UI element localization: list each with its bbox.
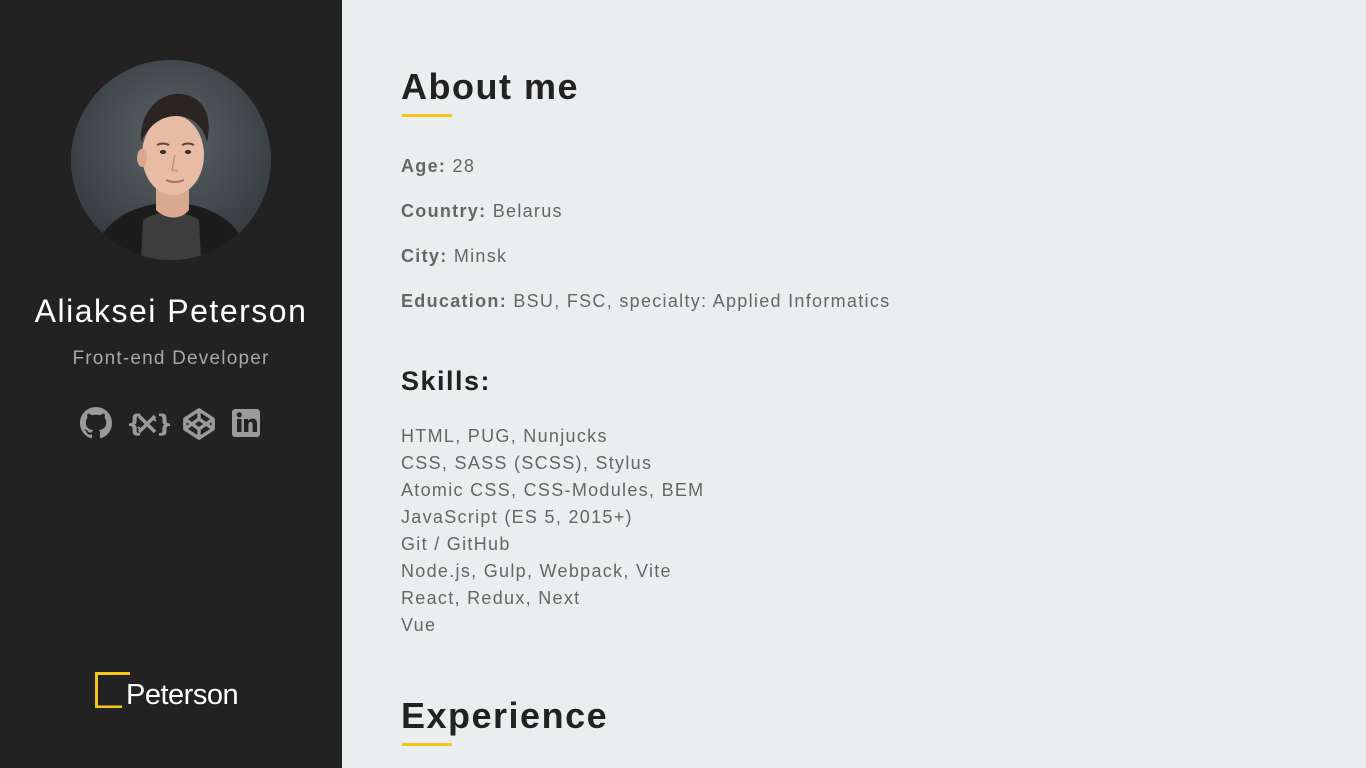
avatar	[71, 60, 271, 260]
info-value: 28	[452, 156, 476, 176]
profile-name: Aliaksei Peterson	[34, 293, 308, 329]
experience-title: Experience	[401, 695, 609, 736]
svg-text:{: {	[126, 410, 143, 438]
skill-item: Node.js, Gulp, Webpack, Vite	[401, 561, 672, 581]
about-title: About me	[401, 66, 579, 107]
info-country: Country: Belarus	[401, 201, 563, 222]
svg-text:}: }	[156, 410, 170, 438]
skill-item: JavaScript (ES 5, 2015+)	[401, 507, 633, 527]
skills-list: HTML, PUG, Nunjucks CSS, SASS (SCSS), St…	[401, 424, 704, 640]
info-value: BSU, FSC, specialty: Applied Informatics	[513, 291, 891, 311]
info-label: City:	[401, 246, 448, 266]
info-city: City: Minsk	[401, 246, 507, 267]
codepen-icon[interactable]	[182, 407, 216, 446]
info-label: Age:	[401, 156, 447, 176]
profile-role: Front-end Developer	[72, 348, 270, 369]
codewars-icon[interactable]: { }	[126, 407, 173, 444]
info-age: Age: 28	[401, 156, 475, 177]
linkedin-icon[interactable]	[232, 407, 260, 442]
info-value: Minsk	[453, 246, 508, 266]
peterson-logo[interactable]: Peterson	[94, 671, 254, 711]
skill-item: Vue	[401, 615, 437, 635]
info-education: Education: BSU, FSC, specialty: Applied …	[401, 291, 890, 312]
skill-item: CSS, SASS (SCSS), Stylus	[401, 453, 653, 473]
info-label: Education:	[401, 291, 507, 311]
experience-title-underline	[402, 743, 452, 746]
info-value: Belarus	[492, 201, 563, 221]
skill-item: Atomic CSS, CSS-Modules, BEM	[401, 480, 705, 500]
sidebar: Aliaksei Peterson Front-end Developer { …	[0, 0, 342, 768]
main-content: About me Age: 28 Country: Belarus City: …	[342, 0, 1366, 768]
info-label: Country:	[401, 201, 487, 221]
skill-item: HTML, PUG, Nunjucks	[401, 426, 608, 446]
about-title-underline	[402, 114, 452, 117]
logo-text: Peterson	[126, 679, 239, 711]
skills-title: Skills:	[401, 366, 492, 396]
skill-item: Git / GitHub	[401, 534, 511, 554]
skill-item: React, Redux, Next	[401, 588, 581, 608]
github-icon[interactable]	[80, 407, 112, 444]
